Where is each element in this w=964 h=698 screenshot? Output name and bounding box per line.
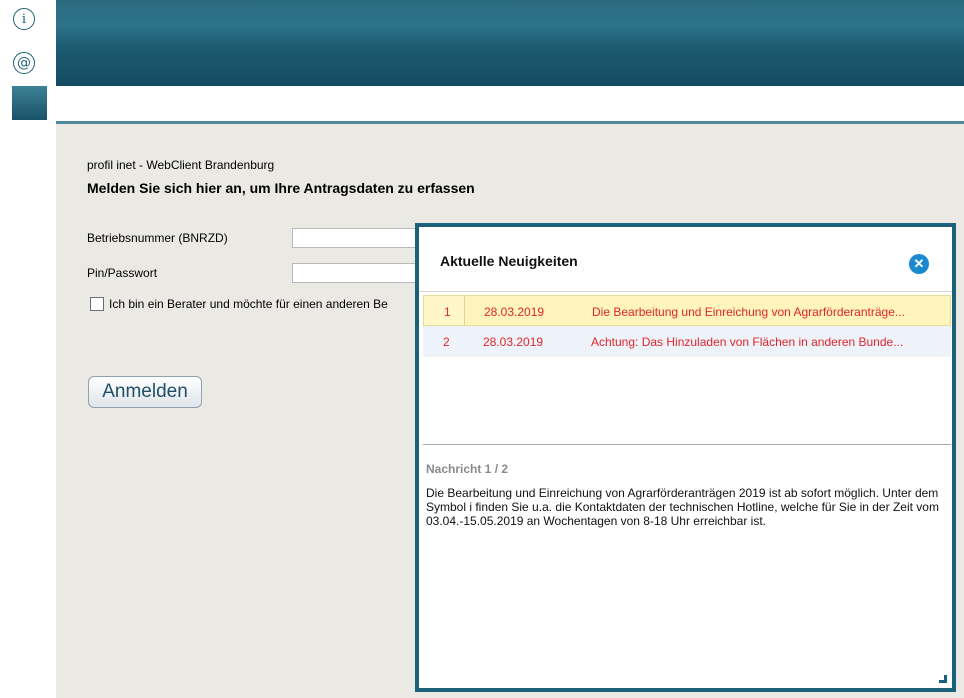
header-banner — [56, 0, 964, 86]
close-icon[interactable]: ✕ — [909, 254, 929, 274]
news-list: 1 28.03.2019 Die Bearbeitung und Einreic… — [423, 295, 951, 445]
password-input[interactable] — [292, 263, 432, 283]
header-toolbar — [56, 86, 964, 121]
info-icon[interactable]: i — [13, 8, 35, 30]
login-button[interactable]: Anmelden — [88, 376, 202, 408]
resize-handle-icon[interactable] — [939, 675, 947, 683]
news-row[interactable]: 2 28.03.2019 Achtung: Das Hinzuladen von… — [423, 326, 951, 357]
bnr-label: Betriebsnummer (BNRZD) — [87, 231, 228, 245]
sidebar-tile — [12, 86, 47, 120]
bnr-input[interactable] — [292, 228, 432, 248]
pin-label: Pin/Passwort — [87, 266, 158, 280]
news-row[interactable]: 1 28.03.2019 Die Bearbeitung und Einreic… — [423, 295, 951, 326]
news-date: 28.03.2019 — [483, 335, 544, 349]
news-number: 1 — [444, 305, 451, 319]
message-counter: Nachricht 1 / 2 — [426, 462, 509, 476]
advisor-checkbox[interactable] — [90, 297, 104, 311]
at-icon[interactable]: @ — [13, 52, 35, 74]
message-body: Die Bearbeitung und Einreichung von Agra… — [426, 486, 939, 528]
app-name: profil inet - WebClient Brandenburg — [87, 158, 275, 172]
left-icon-bar: i @ — [0, 0, 48, 698]
login-headline: Melden Sie sich hier an, um Ihre Antrags… — [87, 180, 475, 196]
news-dialog: Aktuelle Neuigkeiten ✕ 1 28.03.2019 Die … — [415, 223, 956, 692]
news-subject: Achtung: Das Hinzuladen von Flächen in a… — [591, 335, 904, 349]
news-number: 2 — [443, 335, 450, 349]
advisor-label: Ich bin ein Berater und möchte für einen… — [109, 297, 388, 311]
dialog-divider — [419, 291, 952, 292]
news-subject: Die Bearbeitung und Einreichung von Agra… — [592, 305, 905, 319]
news-dialog-title: Aktuelle Neuigkeiten — [440, 253, 578, 269]
news-date: 28.03.2019 — [484, 305, 545, 319]
